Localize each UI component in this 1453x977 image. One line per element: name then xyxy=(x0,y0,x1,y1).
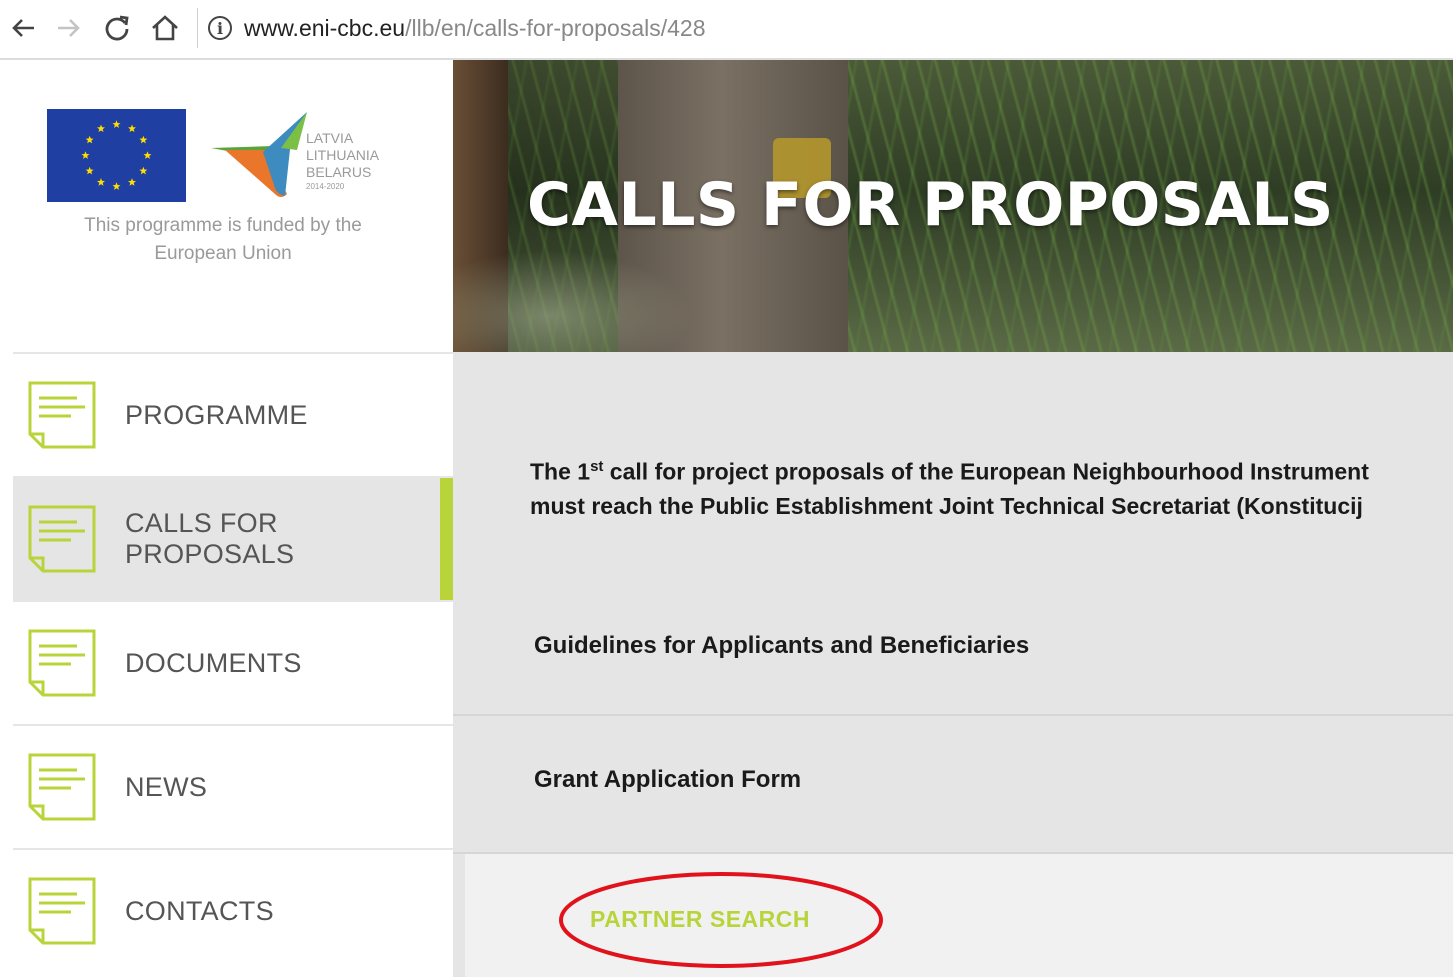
eu-star-icon xyxy=(85,135,94,144)
main-content: The 1st call for project proposals of th… xyxy=(453,352,1453,977)
sidebar-item-label: PROGRAMME xyxy=(125,399,308,430)
document-icon xyxy=(28,753,96,821)
partner-search-link[interactable]: PARTNER SEARCH xyxy=(590,906,810,933)
reload-button[interactable] xyxy=(100,10,134,46)
address-bar[interactable]: i www.eni-cbc.eu/llb/en/calls-for-propos… xyxy=(208,10,706,46)
reload-icon xyxy=(105,15,129,41)
sidebar-item-label: DOCUMENTS xyxy=(125,647,302,678)
forward-button[interactable] xyxy=(52,10,86,46)
accordion-grant-application-form[interactable]: Grant Application Form xyxy=(453,716,1453,854)
sidebar-item-news[interactable]: NEWS xyxy=(13,724,453,848)
document-icon xyxy=(28,505,96,573)
eu-star-icon xyxy=(139,135,148,144)
hero-background-detail xyxy=(453,250,693,352)
sidebar-item-label: CALLS FOR PROPOSALS xyxy=(125,508,295,569)
document-icon xyxy=(28,877,96,945)
eu-flag-icon xyxy=(47,109,186,202)
site-info-icon[interactable]: i xyxy=(208,16,232,40)
browser-toolbar: i www.eni-cbc.eu/llb/en/calls-for-propos… xyxy=(0,0,1453,60)
home-icon xyxy=(152,15,178,41)
home-button[interactable] xyxy=(148,10,182,46)
llb-line: LATVIA xyxy=(306,130,354,146)
accordion-label: Guidelines for Applicants and Beneficiar… xyxy=(534,632,1030,659)
llb-logo-text: LATVIA LITHUANIA BELARUS 2014-2020 xyxy=(306,130,416,193)
intro-line-1: The 1st call for project proposals of th… xyxy=(530,450,1453,489)
intro-line-2: must reach the Public Establishment Join… xyxy=(530,492,1363,519)
eu-star-icon xyxy=(128,124,136,133)
intro-text: The 1st call for project proposals of th… xyxy=(530,450,1453,523)
sidebar-item-label: CONTACTS xyxy=(125,895,274,926)
sidebar-item-programme[interactable]: PROGRAMME xyxy=(13,352,453,476)
eu-star-icon xyxy=(112,120,121,128)
toolbar-divider xyxy=(197,8,198,48)
funded-by-eu-text: This programme is funded by the European… xyxy=(84,215,362,264)
eu-star-icon xyxy=(139,166,148,175)
accordion-guidelines[interactable]: Guidelines for Applicants and Beneficiar… xyxy=(453,584,1453,716)
main-menu: PROGRAMME CALLS FOR PROPOSALS DOCUMENTS … xyxy=(13,352,453,972)
url-path: /llb/en/calls-for-proposals/428 xyxy=(405,14,706,41)
eu-star-icon xyxy=(112,182,121,190)
sidebar-item-documents[interactable]: DOCUMENTS xyxy=(13,600,453,724)
eu-star-icon xyxy=(97,178,105,186)
llb-line: BELARUS xyxy=(306,164,372,180)
intro-prefix: The 1 xyxy=(530,458,591,485)
hero-banner: CALLS FOR PROPOSALS xyxy=(453,60,1453,352)
eu-star-icon xyxy=(85,166,94,175)
llb-line: 2014-2020 xyxy=(306,182,345,191)
document-icon xyxy=(28,629,96,697)
eu-star-icon xyxy=(97,124,105,133)
page-title: CALLS FOR PROPOSALS xyxy=(527,170,1334,240)
sidebar-item-label: NEWS xyxy=(125,771,208,802)
intro-sup: st xyxy=(590,458,604,475)
logo-area[interactable]: LATVIA LITHUANIA BELARUS 2014-2020 This … xyxy=(13,60,453,352)
accordion-label: Grant Application Form xyxy=(534,766,802,793)
partner-search-panel: PARTNER SEARCH xyxy=(465,854,1453,977)
eu-star-icon xyxy=(128,178,136,186)
document-icon xyxy=(28,381,96,449)
sidebar: LATVIA LITHUANIA BELARUS 2014-2020 This … xyxy=(13,60,453,977)
forward-arrow-icon xyxy=(58,19,80,37)
url-domain: www.eni-cbc.eu xyxy=(244,14,406,41)
intro-line-1-rest: call for project proposals of the Europe… xyxy=(603,458,1369,485)
back-arrow-icon xyxy=(12,19,34,37)
eu-star-icon xyxy=(143,151,152,159)
eu-star-icon xyxy=(81,151,90,159)
sidebar-item-calls-for-proposals[interactable]: CALLS FOR PROPOSALS xyxy=(13,476,453,600)
sidebar-item-contacts[interactable]: CONTACTS xyxy=(13,848,453,972)
back-button[interactable] xyxy=(6,10,40,46)
llb-line: LITHUANIA xyxy=(306,147,380,163)
